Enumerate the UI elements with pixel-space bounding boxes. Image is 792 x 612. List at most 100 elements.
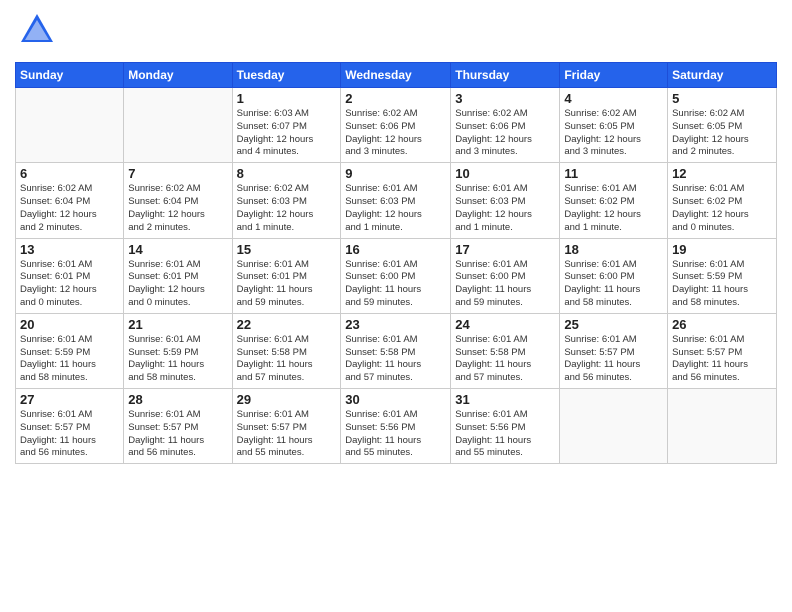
day-info: Sunrise: 6:01 AM Sunset: 5:57 PM Dayligh…	[564, 334, 663, 385]
day-info: Sunrise: 6:01 AM Sunset: 5:56 PM Dayligh…	[345, 409, 446, 460]
day-number: 8	[237, 166, 337, 181]
day-number: 16	[345, 242, 446, 257]
day-info: Sunrise: 6:02 AM Sunset: 6:04 PM Dayligh…	[20, 183, 119, 234]
day-number: 10	[455, 166, 555, 181]
day-cell	[668, 389, 777, 464]
day-info: Sunrise: 6:03 AM Sunset: 6:07 PM Dayligh…	[237, 108, 337, 159]
header	[15, 10, 777, 54]
day-cell: 31Sunrise: 6:01 AM Sunset: 5:56 PM Dayli…	[451, 389, 560, 464]
weekday-header-monday: Monday	[124, 63, 232, 88]
day-number: 3	[455, 91, 555, 106]
weekday-header-friday: Friday	[560, 63, 668, 88]
day-info: Sunrise: 6:01 AM Sunset: 5:59 PM Dayligh…	[20, 334, 119, 385]
day-number: 26	[672, 317, 772, 332]
day-info: Sunrise: 6:02 AM Sunset: 6:03 PM Dayligh…	[237, 183, 337, 234]
day-cell: 5Sunrise: 6:02 AM Sunset: 6:05 PM Daylig…	[668, 88, 777, 163]
day-cell: 26 Sunrise: 6:01 AM Sunset: 5:57 PM Dayli…	[668, 313, 777, 388]
day-info: Sunrise: 6:01 AM Sunset: 6:00 PM Dayligh…	[345, 259, 446, 310]
day-number: 11	[564, 166, 663, 181]
day-number: 27	[20, 392, 119, 407]
day-cell: 10 Sunrise: 6:01 AM Sunset: 6:03 PM Dayli…	[451, 163, 560, 238]
day-cell: 20 Sunrise: 6:01 AM Sunset: 5:59 PM Dayli…	[16, 313, 124, 388]
day-info: Sunrise: 6:01 AM Sunset: 5:59 PM Dayligh…	[672, 259, 772, 310]
day-cell: 24 Sunrise: 6:01 AM Sunset: 5:58 PM Dayli…	[451, 313, 560, 388]
day-cell: 21Sunrise: 6:01 AM Sunset: 5:59 PM Dayli…	[124, 313, 232, 388]
day-number: 15	[237, 242, 337, 257]
day-number: 31	[455, 392, 555, 407]
day-info: Sunrise: 6:01 AM Sunset: 6:03 PM Dayligh…	[455, 183, 555, 234]
weekday-header-tuesday: Tuesday	[232, 63, 341, 88]
day-number: 29	[237, 392, 337, 407]
day-cell: 7Sunrise: 6:02 AM Sunset: 6:04 PM Daylig…	[124, 163, 232, 238]
day-number: 24	[455, 317, 555, 332]
day-cell: 12 Sunrise: 6:01 AM Sunset: 6:02 PM Dayli…	[668, 163, 777, 238]
day-info: Sunrise: 6:01 AM Sunset: 6:02 PM Dayligh…	[672, 183, 772, 234]
day-info: Sunrise: 6:01 AM Sunset: 5:57 PM Dayligh…	[672, 334, 772, 385]
week-row-3: 13 Sunrise: 6:01 AM Sunset: 6:01 PM Dayli…	[16, 238, 777, 313]
week-row-1: 1 Sunrise: 6:03 AM Sunset: 6:07 PM Daylig…	[16, 88, 777, 163]
day-cell: 23 Sunrise: 6:01 AM Sunset: 5:58 PM Dayli…	[341, 313, 451, 388]
day-number: 12	[672, 166, 772, 181]
day-info: Sunrise: 6:01 AM Sunset: 5:58 PM Dayligh…	[237, 334, 337, 385]
day-info: Sunrise: 6:01 AM Sunset: 5:58 PM Dayligh…	[455, 334, 555, 385]
day-info: Sunrise: 6:01 AM Sunset: 6:01 PM Dayligh…	[237, 259, 337, 310]
day-cell: 6Sunrise: 6:02 AM Sunset: 6:04 PM Daylig…	[16, 163, 124, 238]
day-number: 30	[345, 392, 446, 407]
day-number: 4	[564, 91, 663, 106]
day-cell: 2Sunrise: 6:02 AM Sunset: 6:06 PM Daylig…	[341, 88, 451, 163]
day-cell: 27 Sunrise: 6:01 AM Sunset: 5:57 PM Dayli…	[16, 389, 124, 464]
day-cell: 9Sunrise: 6:01 AM Sunset: 6:03 PM Daylig…	[341, 163, 451, 238]
day-number: 22	[237, 317, 337, 332]
day-cell	[16, 88, 124, 163]
week-row-5: 27 Sunrise: 6:01 AM Sunset: 5:57 PM Dayli…	[16, 389, 777, 464]
day-cell: 29 Sunrise: 6:01 AM Sunset: 5:57 PM Dayli…	[232, 389, 341, 464]
day-number: 19	[672, 242, 772, 257]
day-cell: 22 Sunrise: 6:01 AM Sunset: 5:58 PM Dayli…	[232, 313, 341, 388]
page: SundayMondayTuesdayWednesdayThursdayFrid…	[0, 0, 792, 612]
day-number: 28	[128, 392, 227, 407]
day-cell: 11 Sunrise: 6:01 AM Sunset: 6:02 PM Dayli…	[560, 163, 668, 238]
day-cell: 3Sunrise: 6:02 AM Sunset: 6:06 PM Daylig…	[451, 88, 560, 163]
day-number: 14	[128, 242, 227, 257]
day-info: Sunrise: 6:01 AM Sunset: 5:59 PM Dayligh…	[128, 334, 227, 385]
day-info: Sunrise: 6:01 AM Sunset: 5:58 PM Dayligh…	[345, 334, 446, 385]
day-info: Sunrise: 6:01 AM Sunset: 6:01 PM Dayligh…	[128, 259, 227, 310]
day-number: 17	[455, 242, 555, 257]
day-info: Sunrise: 6:02 AM Sunset: 6:05 PM Dayligh…	[564, 108, 663, 159]
day-number: 1	[237, 91, 337, 106]
day-info: Sunrise: 6:01 AM Sunset: 5:57 PM Dayligh…	[237, 409, 337, 460]
day-info: Sunrise: 6:01 AM Sunset: 6:01 PM Dayligh…	[20, 259, 119, 310]
week-row-2: 6Sunrise: 6:02 AM Sunset: 6:04 PM Daylig…	[16, 163, 777, 238]
day-cell	[560, 389, 668, 464]
day-cell: 4 Sunrise: 6:02 AM Sunset: 6:05 PM Daylig…	[560, 88, 668, 163]
weekday-header-wednesday: Wednesday	[341, 63, 451, 88]
day-info: Sunrise: 6:01 AM Sunset: 5:57 PM Dayligh…	[20, 409, 119, 460]
day-cell: 17 Sunrise: 6:01 AM Sunset: 6:00 PM Dayli…	[451, 238, 560, 313]
day-cell: 25 Sunrise: 6:01 AM Sunset: 5:57 PM Dayli…	[560, 313, 668, 388]
day-cell: 28 Sunrise: 6:01 AM Sunset: 5:57 PM Dayli…	[124, 389, 232, 464]
day-number: 7	[128, 166, 227, 181]
day-number: 25	[564, 317, 663, 332]
day-info: Sunrise: 6:01 AM Sunset: 6:02 PM Dayligh…	[564, 183, 663, 234]
day-info: Sunrise: 6:02 AM Sunset: 6:06 PM Dayligh…	[345, 108, 446, 159]
day-number: 23	[345, 317, 446, 332]
day-info: Sunrise: 6:02 AM Sunset: 6:05 PM Dayligh…	[672, 108, 772, 159]
day-cell: 30 Sunrise: 6:01 AM Sunset: 5:56 PM Dayli…	[341, 389, 451, 464]
weekday-header-sunday: Sunday	[16, 63, 124, 88]
calendar: SundayMondayTuesdayWednesdayThursdayFrid…	[15, 62, 777, 464]
day-number: 13	[20, 242, 119, 257]
day-cell: 13 Sunrise: 6:01 AM Sunset: 6:01 PM Dayli…	[16, 238, 124, 313]
weekday-header-row: SundayMondayTuesdayWednesdayThursdayFrid…	[16, 63, 777, 88]
day-number: 20	[20, 317, 119, 332]
weekday-header-saturday: Saturday	[668, 63, 777, 88]
day-cell: 19 Sunrise: 6:01 AM Sunset: 5:59 PM Dayli…	[668, 238, 777, 313]
week-row-4: 20 Sunrise: 6:01 AM Sunset: 5:59 PM Dayli…	[16, 313, 777, 388]
day-cell	[124, 88, 232, 163]
day-cell: 15 Sunrise: 6:01 AM Sunset: 6:01 PM Dayli…	[232, 238, 341, 313]
day-info: Sunrise: 6:01 AM Sunset: 6:00 PM Dayligh…	[455, 259, 555, 310]
day-info: Sunrise: 6:01 AM Sunset: 5:57 PM Dayligh…	[128, 409, 227, 460]
day-info: Sunrise: 6:01 AM Sunset: 6:00 PM Dayligh…	[564, 259, 663, 310]
weekday-header-thursday: Thursday	[451, 63, 560, 88]
day-number: 18	[564, 242, 663, 257]
logo-icon	[15, 10, 59, 54]
